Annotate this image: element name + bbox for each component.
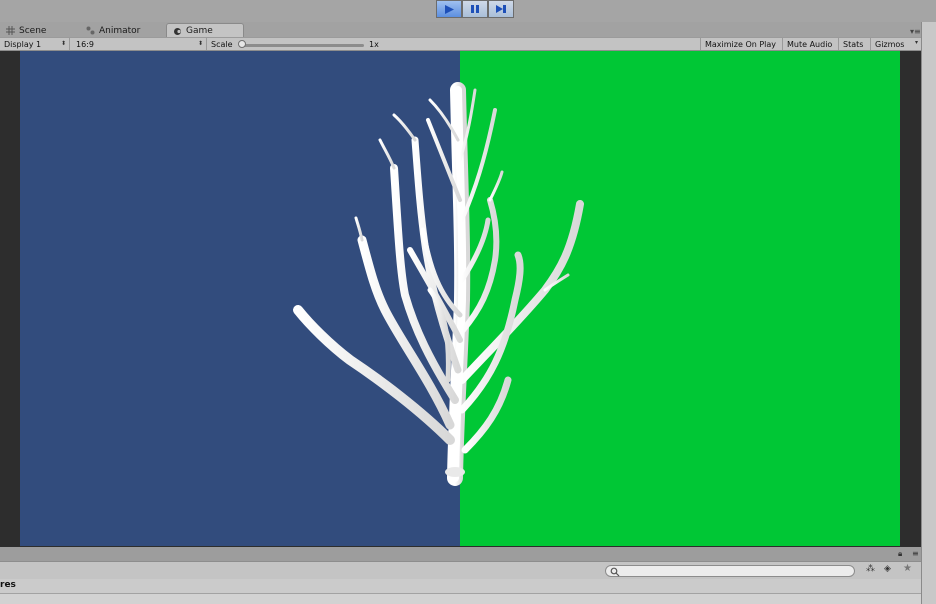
pause-button[interactable] — [462, 0, 488, 18]
editor-tabs: Scene Animator Game ▾≡ — [0, 22, 936, 38]
right-panel-edge — [921, 22, 936, 604]
filter-by-type-icon[interactable]: ⁂ — [866, 564, 875, 574]
dropdown-arrows-icon: ⬍ — [197, 40, 203, 47]
mute-audio-toggle[interactable]: Mute Audio — [783, 38, 839, 50]
tab-game[interactable]: Game — [166, 23, 244, 38]
step-icon — [496, 5, 506, 13]
tab-menu-icon[interactable]: ▾≡ — [910, 27, 921, 36]
step-button[interactable] — [488, 0, 514, 18]
aspect-label: 16:9 — [76, 39, 94, 49]
lock-icon[interactable]: 🔒︎ — [898, 549, 902, 559]
maximize-on-play-label: Maximize On Play — [705, 39, 777, 49]
display-label: Display 1 — [4, 39, 42, 49]
bottom-label-row — [0, 579, 921, 593]
tab-scene[interactable]: Scene — [0, 23, 78, 38]
pause-icon — [471, 5, 479, 13]
chevron-down-icon: ▾ — [914, 39, 918, 46]
scale-slider-track[interactable] — [240, 44, 364, 47]
search-input[interactable] — [605, 565, 855, 577]
play-button[interactable] — [436, 0, 462, 18]
dropdown-arrows-icon: ⬍ — [60, 40, 66, 47]
favorite-star-icon[interactable]: ★ — [903, 563, 912, 574]
game-toolbar: Display 1 ⬍ 16:9 ⬍ Scale 1x Maximize On … — [0, 37, 921, 51]
tab-game-label: Game — [186, 26, 213, 36]
tab-animator[interactable]: Animator — [80, 23, 164, 38]
scale-value: 1x — [369, 39, 379, 49]
panel-separator: 🔒︎ ≡ — [0, 547, 921, 561]
play-icon — [445, 4, 454, 14]
maximize-on-play-toggle[interactable]: Maximize On Play — [700, 38, 783, 50]
tab-animator-label: Animator — [99, 25, 141, 36]
display-dropdown[interactable]: Display 1 ⬍ — [0, 38, 70, 50]
animator-icon — [86, 26, 95, 35]
bottom-panel-content — [0, 594, 921, 604]
tree-model — [293, 82, 584, 486]
aspect-dropdown[interactable]: 16:9 ⬍ — [72, 38, 207, 50]
folder-label[interactable]: res — [0, 580, 16, 590]
play-toolbar — [0, 0, 936, 22]
grid-icon — [6, 26, 15, 35]
search-icon — [610, 567, 620, 577]
game-icon — [174, 27, 181, 35]
menu-icon[interactable]: ≡ — [912, 549, 919, 558]
gizmos-dropdown[interactable]: Gizmos ▾ — [871, 38, 921, 50]
mute-audio-label: Mute Audio — [787, 39, 833, 49]
scale-slider-thumb[interactable] — [238, 40, 246, 48]
stats-label: Stats — [843, 39, 864, 49]
tab-scene-label: Scene — [19, 25, 47, 36]
scale-label: Scale — [211, 39, 233, 49]
gizmos-label: Gizmos — [875, 39, 905, 49]
stats-toggle[interactable]: Stats — [839, 38, 871, 50]
label-icon[interactable]: ◈ — [884, 564, 891, 574]
